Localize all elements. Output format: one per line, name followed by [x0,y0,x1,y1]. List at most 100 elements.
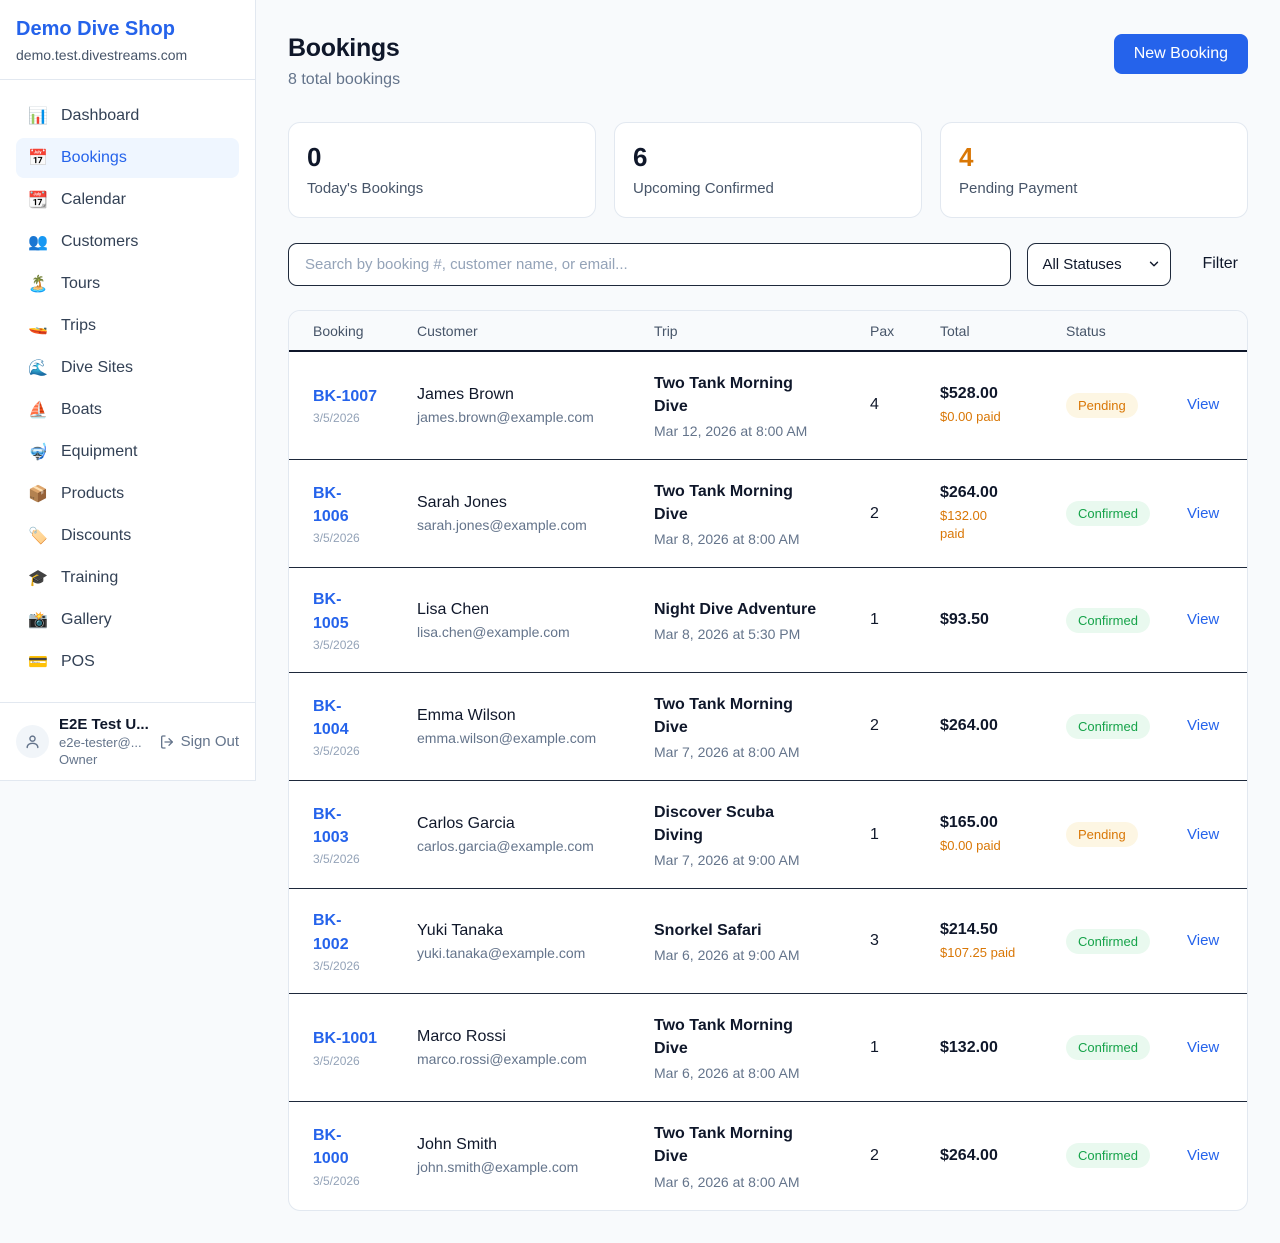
view-booking-link[interactable]: View [1187,932,1219,949]
sidebar-item-gallery[interactable]: 📸 Gallery [16,600,239,640]
customer-name: Yuki Tanaka [417,922,622,940]
sidebar-item-boats[interactable]: ⛵ Boats [16,390,239,430]
sidebar-item-bookings[interactable]: 📅 Bookings [16,138,239,178]
trip-name: Discover Scuba Diving [654,801,838,847]
customer-name: Lisa Chen [417,601,622,619]
total-amount: $132.00 [940,1039,1034,1057]
booking-date: 3/5/2026 [313,1174,385,1188]
total-amount: $264.00 [940,717,1034,735]
booking-id-link[interactable]: BK- 1003 [313,803,385,849]
dive-sites-wave-icon: 🌊 [28,358,48,378]
paid-amount: $0.00 paid [940,837,1034,855]
page-subtitle: 8 total bookings [288,71,400,89]
stat-value: 0 [307,143,577,172]
user-info: E2E Test U... e2e-tester@... Owner [59,716,149,767]
view-booking-link[interactable]: View [1187,717,1219,734]
view-booking-link[interactable]: View [1187,611,1219,628]
sidebar-item-label: Calendar [61,191,126,209]
sidebar-item-label: Trips [61,317,96,335]
view-booking-link[interactable]: View [1187,505,1219,522]
sidebar-item-label: Dive Sites [61,359,133,377]
shop-name: Demo Dive Shop [16,18,239,41]
table-header-row: BookingCustomerTripPaxTotalStatus [289,311,1248,351]
customer-name: Emma Wilson [417,707,622,725]
sidebar-item-discounts[interactable]: 🏷️ Discounts [16,516,239,556]
bookings-table-card: BookingCustomerTripPaxTotalStatus BK-100… [288,310,1248,1211]
customer-email: yuki.tanaka@example.com [417,945,622,961]
trip-name: Two Tank Morning Dive [654,372,838,418]
trip-datetime: Mar 6, 2026 at 8:00 AM [654,1065,838,1081]
user-name: E2E Test U... [59,716,149,733]
trip-datetime: Mar 6, 2026 at 8:00 AM [654,1174,838,1190]
trip-name: Snorkel Safari [654,919,838,942]
table-row: BK-1007 3/5/2026 James Brown james.brown… [289,351,1248,460]
toolbar: All Statuses Filter [288,243,1248,286]
column-header-actions [1171,311,1248,351]
customer-name: Sarah Jones [417,494,622,512]
booking-id-link[interactable]: BK- 1002 [313,909,385,955]
table-row: BK- 1003 3/5/2026 Carlos Garcia carlos.g… [289,781,1248,889]
trip-name: Night Dive Adventure [654,598,838,621]
customers-people-icon: 👥 [28,232,48,252]
new-booking-button[interactable]: New Booking [1114,34,1248,74]
status-filter-select[interactable]: All Statuses [1027,243,1171,286]
search-input[interactable] [288,243,1011,286]
paid-amount: $107.25 paid [940,944,1034,962]
sidebar-item-equipment[interactable]: 🤿 Equipment [16,432,239,472]
page-title: Bookings [288,34,400,63]
trip-name: Two Tank Morning Dive [654,480,838,526]
sidebar-item-training[interactable]: 🎓 Training [16,558,239,598]
column-header-booking: Booking [289,311,401,351]
view-booking-link[interactable]: View [1187,826,1219,843]
sign-out-button[interactable]: Sign Out [159,733,239,750]
sidebar-item-label: Tours [61,275,100,293]
status-badge: Confirmed [1066,501,1150,526]
view-booking-link[interactable]: View [1187,1039,1219,1056]
trip-datetime: Mar 12, 2026 at 8:00 AM [654,423,838,439]
booking-id-link[interactable]: BK- 1005 [313,588,385,634]
booking-date: 3/5/2026 [313,531,385,545]
sidebar-item-customers[interactable]: 👥 Customers [16,222,239,262]
sidebar-item-label: Equipment [61,443,138,461]
trip-datetime: Mar 8, 2026 at 8:00 AM [654,531,838,547]
shop-domain: demo.test.divestreams.com [16,47,239,63]
trip-datetime: Mar 7, 2026 at 8:00 AM [654,744,838,760]
sidebar-item-label: Boats [61,401,102,419]
customer-email: emma.wilson@example.com [417,730,622,746]
booking-id-link[interactable]: BK-1007 [313,385,385,408]
pos-credit-card-icon: 💳 [28,652,48,672]
bookings-calendar-icon: 📅 [28,148,48,168]
page-title-block: Bookings 8 total bookings [288,34,400,89]
sidebar-item-dashboard[interactable]: 📊 Dashboard [16,96,239,136]
customer-email: lisa.chen@example.com [417,624,622,640]
booking-id-link[interactable]: BK- 1000 [313,1124,385,1170]
booking-date: 3/5/2026 [313,744,385,758]
customer-name: James Brown [417,386,622,404]
filter-button[interactable]: Filter [1202,255,1238,273]
trip-datetime: Mar 6, 2026 at 9:00 AM [654,947,838,963]
sidebar-header: Demo Dive Shop demo.test.divestreams.com [0,0,255,80]
sidebar-item-dive-sites[interactable]: 🌊 Dive Sites [16,348,239,388]
pax-count: 2 [854,1102,924,1210]
booking-id-link[interactable]: BK-1001 [313,1027,385,1050]
sidebar-item-pos[interactable]: 💳 POS [16,642,239,682]
page-header: Bookings 8 total bookings New Booking [288,34,1248,89]
booking-id-link[interactable]: BK- 1004 [313,695,385,741]
sidebar-item-calendar[interactable]: 📆 Calendar [16,180,239,220]
table-row: BK- 1004 3/5/2026 Emma Wilson emma.wilso… [289,672,1248,780]
booking-id-link[interactable]: BK- 1006 [313,482,385,528]
booking-date: 3/5/2026 [313,638,385,652]
sidebar-item-trips[interactable]: 🚤 Trips [16,306,239,346]
view-booking-link[interactable]: View [1187,396,1219,413]
view-booking-link[interactable]: View [1187,1147,1219,1164]
sidebar-item-label: POS [61,653,95,671]
stat-label: Upcoming Confirmed [633,180,903,197]
calendar-icon: 📆 [28,190,48,210]
sidebar-item-tours[interactable]: 🏝️ Tours [16,264,239,304]
sidebar-item-products[interactable]: 📦 Products [16,474,239,514]
stat-value: 6 [633,143,903,172]
status-badge: Confirmed [1066,608,1150,633]
bookings-table-body: BK-1007 3/5/2026 James Brown james.brown… [289,351,1248,1210]
stat-label: Today's Bookings [307,180,577,197]
sidebar: Demo Dive Shop demo.test.divestreams.com… [0,0,256,781]
